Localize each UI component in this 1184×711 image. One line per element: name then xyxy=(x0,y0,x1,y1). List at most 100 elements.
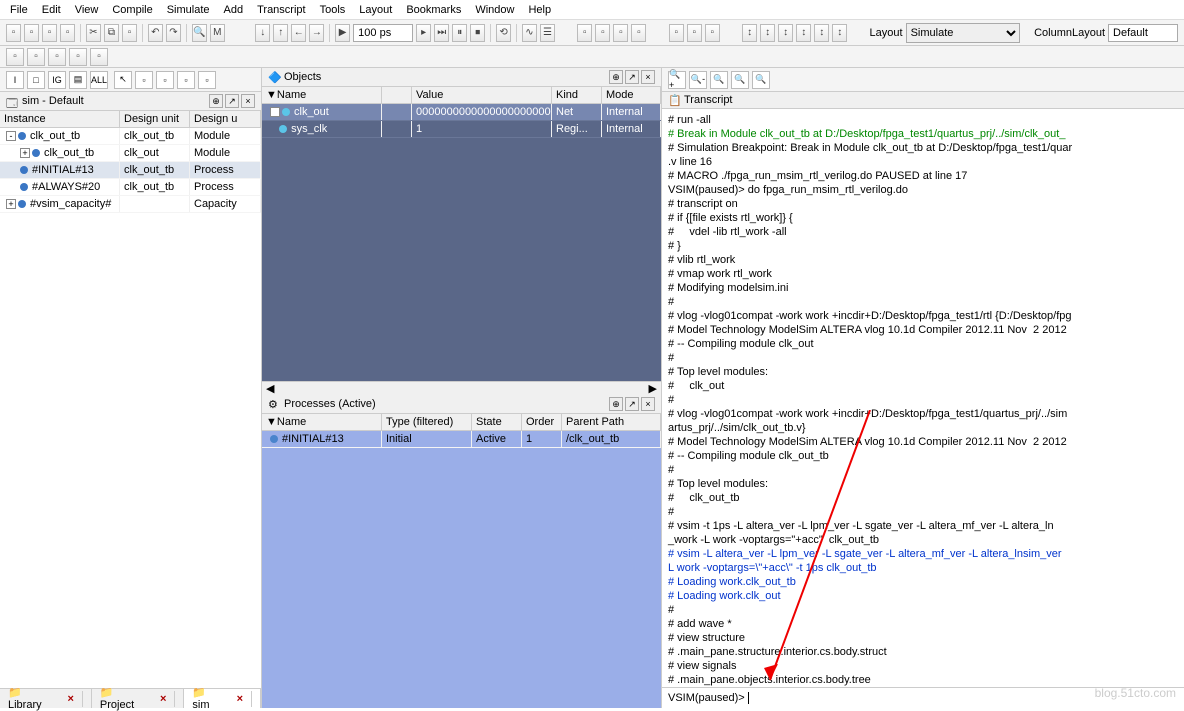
sim-tb4-icon[interactable]: ▤ xyxy=(69,71,87,89)
close-pane-icon[interactable]: × xyxy=(641,70,655,84)
sim-grid-body[interactable]: -clk_out_tbclk_out_tbModule+clk_out_tbcl… xyxy=(0,128,261,688)
nav1-icon[interactable]: ↕ xyxy=(742,24,757,42)
sim-tb10-icon[interactable]: ▫ xyxy=(198,71,216,89)
stop-icon[interactable]: ⏹ xyxy=(470,24,485,42)
close-tab-icon[interactable]: × xyxy=(229,691,252,707)
pin-icon[interactable]: ⊕ xyxy=(609,397,623,411)
col-mode[interactable]: Mode xyxy=(602,87,661,103)
menu-bookmarks[interactable]: Bookmarks xyxy=(400,2,467,18)
undock-icon[interactable]: ↗ xyxy=(225,94,239,108)
tb2-3-icon[interactable]: ▫ xyxy=(48,48,66,66)
zoom-fit-icon[interactable]: 🔍 xyxy=(731,71,749,89)
objects-row[interactable]: sys_clk1Regi...Internal xyxy=(262,121,661,138)
open-icon[interactable]: ▫ xyxy=(24,24,39,42)
menu-view[interactable]: View xyxy=(69,2,105,18)
menu-simulate[interactable]: Simulate xyxy=(161,2,216,18)
col-ptype[interactable]: Type (filtered) xyxy=(382,414,472,430)
col-design-u[interactable]: Design u xyxy=(190,111,261,127)
col-name[interactable]: ▼Name xyxy=(262,87,382,103)
pin-icon[interactable]: ⊕ xyxy=(209,94,223,108)
col-porder[interactable]: Order xyxy=(522,414,562,430)
m-icon[interactable]: M xyxy=(210,24,225,42)
sim-tb1-icon[interactable]: I xyxy=(6,71,24,89)
zoom-region-icon[interactable]: 🔍 xyxy=(752,71,770,89)
step-icon[interactable]: ↓ xyxy=(255,24,270,42)
sim-tb3-icon[interactable]: IG xyxy=(48,71,66,89)
pin-icon[interactable]: ⊕ xyxy=(609,70,623,84)
find-icon[interactable]: 🔍 xyxy=(192,24,207,42)
redo-icon[interactable]: ↷ xyxy=(166,24,181,42)
menu-window[interactable]: Window xyxy=(469,2,520,18)
save-icon[interactable]: ▫ xyxy=(42,24,57,42)
nav2-icon[interactable]: ↕ xyxy=(760,24,775,42)
cut-icon[interactable]: ✂ xyxy=(86,24,101,42)
cov1-icon[interactable]: ▫ xyxy=(669,24,684,42)
transcript-output[interactable]: # run -all# Break in Module clk_out_tb a… xyxy=(662,109,1184,687)
paste-icon[interactable]: ▫ xyxy=(122,24,137,42)
col-pparent[interactable]: Parent Path xyxy=(562,414,661,430)
print-icon[interactable]: ▫ xyxy=(60,24,75,42)
nav3-icon[interactable]: ↕ xyxy=(778,24,793,42)
nav6-icon[interactable]: ↕ xyxy=(832,24,847,42)
col-value[interactable]: Value xyxy=(412,87,552,103)
menu-transcript[interactable]: Transcript xyxy=(251,2,312,18)
tab-project[interactable]: 📁 Project× xyxy=(92,689,184,708)
objects-scrollbar[interactable]: ◀▶ xyxy=(262,381,661,395)
sim-row[interactable]: #ALWAYS#20clk_out_tbProcess xyxy=(0,179,261,196)
tab-library[interactable]: 📁 Library× xyxy=(0,689,92,708)
new-icon[interactable]: ▫ xyxy=(6,24,21,42)
run-all-icon[interactable]: ⏭ xyxy=(434,24,449,42)
objects-grid-body[interactable]: +clk_out0000000000000000000000000001NetI… xyxy=(262,104,661,381)
copy-icon[interactable]: ⧉ xyxy=(104,24,119,42)
menu-file[interactable]: File xyxy=(4,2,34,18)
list-icon[interactable]: ☰ xyxy=(540,24,555,42)
col-kind[interactable]: Kind xyxy=(552,87,602,103)
tb2-1-icon[interactable]: ▫ xyxy=(6,48,24,66)
close-tab-icon[interactable]: × xyxy=(59,691,82,707)
undock-icon[interactable]: ↗ xyxy=(625,397,639,411)
misc3-icon[interactable]: ▫ xyxy=(613,24,628,42)
col-blank[interactable] xyxy=(382,87,412,103)
up-icon[interactable]: ↑ xyxy=(273,24,288,42)
col-pname[interactable]: ▼Name xyxy=(262,414,382,430)
sim-row[interactable]: +clk_out_tbclk_outModule xyxy=(0,145,261,162)
cov3-icon[interactable]: ▫ xyxy=(705,24,720,42)
cursor-icon[interactable]: ↖ xyxy=(114,71,132,89)
sim-tb8-icon[interactable]: ▫ xyxy=(156,71,174,89)
sim-tb5-icon[interactable]: ALL xyxy=(90,71,108,89)
col-instance[interactable]: Instance xyxy=(0,111,120,127)
misc2-icon[interactable]: ▫ xyxy=(595,24,610,42)
sim-tb7-icon[interactable]: ▫ xyxy=(135,71,153,89)
col-pstate[interactable]: State xyxy=(472,414,522,430)
menu-layout[interactable]: Layout xyxy=(353,2,398,18)
menu-tools[interactable]: Tools xyxy=(314,2,352,18)
undock-icon[interactable]: ↗ xyxy=(625,70,639,84)
sim-row[interactable]: -clk_out_tbclk_out_tbModule xyxy=(0,128,261,145)
close-pane-icon[interactable]: × xyxy=(641,397,655,411)
zoom-full-icon[interactable]: 🔍 xyxy=(710,71,728,89)
menu-help[interactable]: Help xyxy=(522,2,557,18)
processes-grid-body[interactable]: #INITIAL#13InitialActive1/clk_out_tb xyxy=(262,431,661,708)
run-continue-icon[interactable]: ▸ xyxy=(416,24,431,42)
left-icon[interactable]: ← xyxy=(291,24,306,42)
tb2-2-icon[interactable]: ▫ xyxy=(27,48,45,66)
processes-row[interactable]: #INITIAL#13InitialActive1/clk_out_tb xyxy=(262,431,661,448)
close-tab-icon[interactable]: × xyxy=(152,691,175,707)
restart-icon[interactable]: ⟲ xyxy=(496,24,511,42)
sim-row[interactable]: #INITIAL#13clk_out_tbProcess xyxy=(0,162,261,179)
tb2-4-icon[interactable]: ▫ xyxy=(69,48,87,66)
sim-tb2-icon[interactable]: □ xyxy=(27,71,45,89)
break-icon[interactable]: ⏸ xyxy=(452,24,467,42)
menu-add[interactable]: Add xyxy=(218,2,250,18)
time-input[interactable] xyxy=(353,24,413,42)
zoom-in-icon[interactable]: 🔍+ xyxy=(668,71,686,89)
column-layout-input[interactable] xyxy=(1108,24,1178,42)
misc1-icon[interactable]: ▫ xyxy=(577,24,592,42)
sim-tb9-icon[interactable]: ▫ xyxy=(177,71,195,89)
misc4-icon[interactable]: ▫ xyxy=(631,24,646,42)
close-pane-icon[interactable]: × xyxy=(241,94,255,108)
wave-icon[interactable]: ∿ xyxy=(522,24,537,42)
run-icon[interactable]: ▶ xyxy=(335,24,350,42)
layout-select[interactable]: Simulate xyxy=(906,23,1020,43)
objects-row[interactable]: +clk_out0000000000000000000000000001NetI… xyxy=(262,104,661,121)
